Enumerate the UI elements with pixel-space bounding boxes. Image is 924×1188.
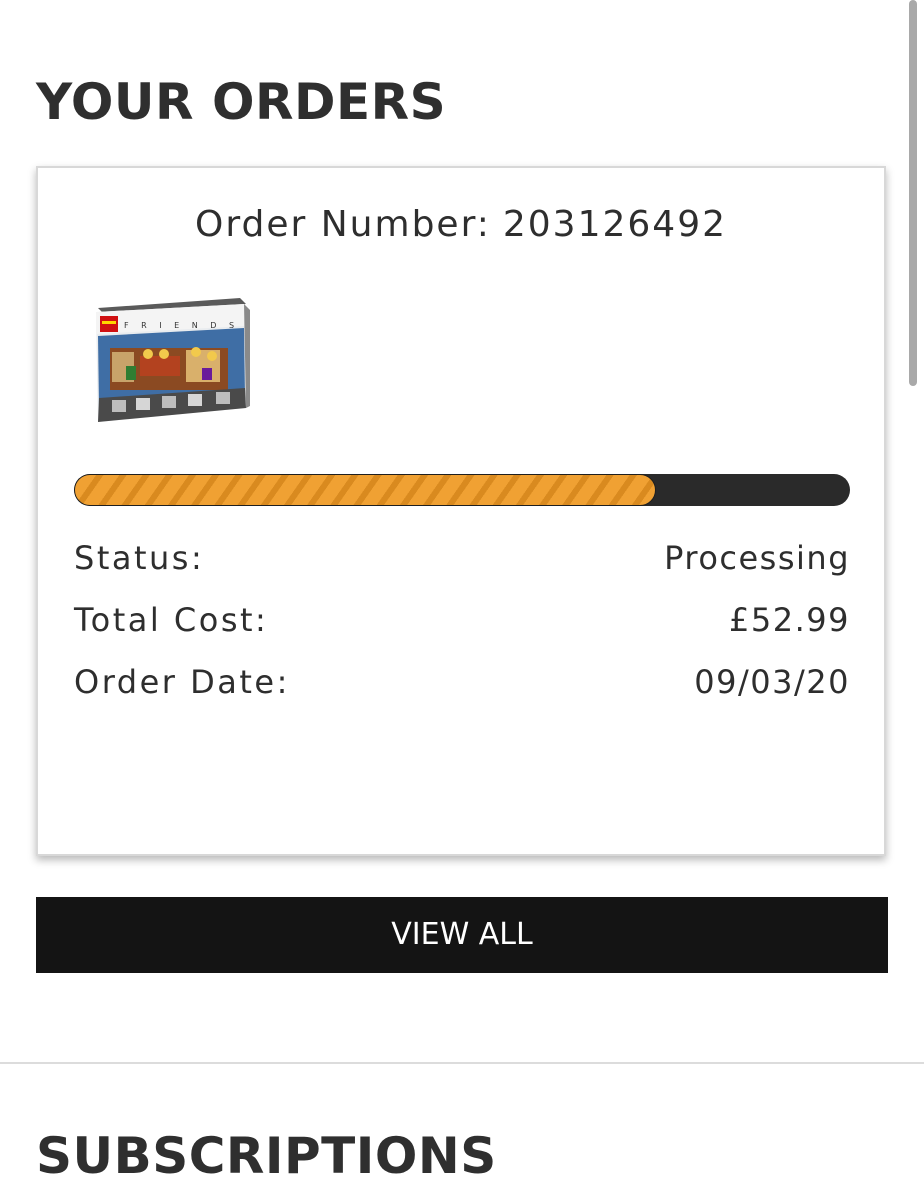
order-progress-bar (74, 474, 850, 506)
product-image: F R I E N D S (96, 298, 250, 422)
order-date-row: Order Date: 09/03/20 (74, 660, 850, 704)
section-divider (0, 1062, 924, 1064)
order-number-value: 203126492 (502, 204, 727, 245)
subscriptions-title: SUBSCRIPTIONS (36, 1127, 497, 1185)
total-cost-row: Total Cost: £52.99 (74, 598, 850, 642)
status-value: Processing (664, 539, 850, 577)
total-cost-value: £52.99 (729, 601, 850, 639)
order-date-value: 09/03/20 (694, 663, 850, 701)
page-title: YOUR ORDERS (36, 73, 447, 131)
status-label: Status: (74, 539, 205, 577)
scrollbar[interactable] (909, 0, 917, 386)
total-cost-label: Total Cost: (74, 601, 269, 639)
order-progress-fill (74, 474, 656, 506)
view-all-button[interactable]: VIEW ALL (36, 897, 888, 973)
order-card[interactable]: Order Number: 203126492 F R I E N D S St… (36, 166, 886, 856)
status-row: Status: Processing (74, 536, 850, 580)
order-number: Order Number: 203126492 (38, 202, 884, 248)
order-number-label: Order Number: (195, 204, 491, 245)
order-date-label: Order Date: (74, 663, 290, 701)
svg-text:F R I E N D S: F R I E N D S (124, 321, 239, 330)
